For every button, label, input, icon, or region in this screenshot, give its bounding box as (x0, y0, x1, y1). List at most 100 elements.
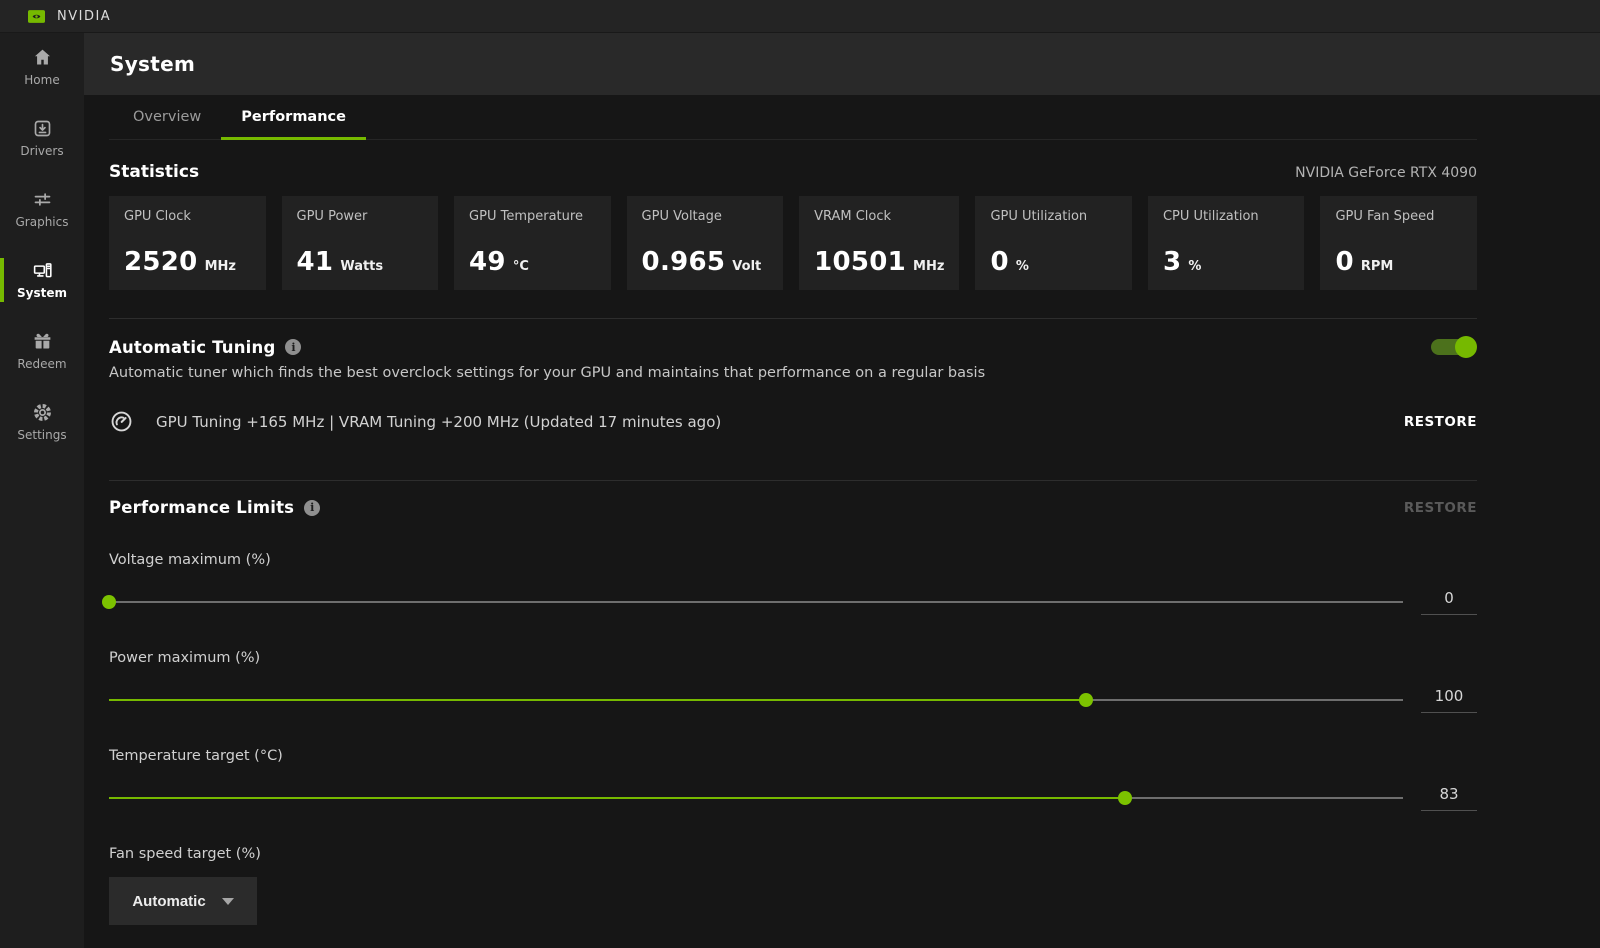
slider-line (109, 601, 1403, 603)
slider-group: Voltage maximum (%) 0 (109, 552, 1477, 615)
tab-bar: OverviewPerformance (109, 95, 1477, 140)
stat-card-label: GPU Power (297, 209, 424, 224)
slider-track[interactable] (109, 790, 1403, 806)
redeem-icon (32, 331, 53, 352)
section-divider (109, 480, 1477, 481)
stat-card-unit: MHz (913, 259, 944, 274)
stat-card: GPU Utilization 0% (975, 196, 1132, 290)
sidebar-item-graphics[interactable]: Graphics (0, 183, 84, 235)
sidebar-item-home[interactable]: Home (0, 41, 84, 93)
stat-card-value: 41 (297, 247, 334, 277)
sidebar-item-drivers[interactable]: Drivers (0, 112, 84, 164)
gpu-name: NVIDIA GeForce RTX 4090 (1295, 165, 1477, 181)
stat-card-label: GPU Utilization (990, 209, 1117, 224)
stat-card: CPU Utilization 3% (1148, 196, 1305, 290)
stat-card: GPU Voltage0.965Volt (627, 196, 784, 290)
slider-track[interactable] (109, 594, 1403, 610)
slider-value[interactable]: 0 (1421, 589, 1477, 615)
page-title: System (110, 52, 195, 76)
sidebar-item-label: System (17, 286, 67, 300)
stat-card-value: 49 (469, 247, 506, 277)
fan-speed-dropdown[interactable]: Automatic (109, 877, 257, 925)
slider-group: Power maximum (%) 100 (109, 650, 1477, 713)
page-header: System (84, 33, 1600, 95)
stat-card-label: VRAM Clock (814, 209, 944, 224)
tuning-status-row: GPU Tuning +165 MHz | VRAM Tuning +200 M… (109, 409, 1477, 434)
stat-card-unit: % (1016, 259, 1029, 274)
app-title: NVIDIA (57, 9, 111, 24)
info-icon[interactable]: i (304, 500, 320, 516)
stat-card-value: 0 (1335, 247, 1353, 277)
sidebar-item-label: Drivers (20, 144, 63, 158)
automatic-tuning-toggle[interactable] (1431, 336, 1477, 358)
slider-label: Temperature target (°C) (109, 748, 1477, 764)
performance-sliders: Voltage maximum (%) 0 Power maximum (%) 100… (109, 552, 1477, 811)
slider-label: Voltage maximum (%) (109, 552, 1477, 568)
slider-label: Power maximum (%) (109, 650, 1477, 666)
titlebar: NVIDIA (0, 0, 1600, 33)
slider-handle[interactable] (1118, 791, 1132, 805)
statistics-header: Statistics NVIDIA GeForce RTX 4090 (109, 162, 1477, 182)
automatic-tuning-heading: Automatic Tuning (109, 338, 275, 357)
slider-group: Temperature target (°C) 83 (109, 748, 1477, 811)
stat-card-label: GPU Voltage (642, 209, 769, 224)
tab-performance[interactable]: Performance (221, 95, 366, 139)
info-icon[interactable]: i (285, 339, 301, 355)
stat-card-label: GPU Temperature (469, 209, 596, 224)
home-icon (32, 47, 53, 68)
restore-limits-button[interactable]: RESTORE (1404, 500, 1477, 516)
tuning-status-text: GPU Tuning +165 MHz | VRAM Tuning +200 M… (156, 413, 721, 431)
slider-value[interactable]: 83 (1421, 785, 1477, 811)
chevron-down-icon (222, 898, 234, 905)
slider-handle[interactable] (102, 595, 116, 609)
slider-value[interactable]: 100 (1421, 687, 1477, 713)
stat-card: GPU Fan Speed0RPM (1320, 196, 1477, 290)
main-content: OverviewPerformance Statistics NVIDIA Ge… (84, 95, 1600, 948)
stat-card-value: 2520 (124, 247, 198, 277)
settings-icon (32, 402, 53, 423)
sidebar: Home Drivers Graphics System Redeem Settings (0, 33, 84, 948)
nvidia-app-window: NVIDIA Home Drivers Graphics System Redeem Se… (0, 0, 1600, 948)
slider-fill (109, 797, 1125, 799)
stat-card-value: 0.965 (642, 247, 726, 277)
performance-limits-heading: Performance Limits (109, 498, 294, 517)
restore-tuning-button[interactable]: RESTORE (1404, 414, 1477, 430)
statistics-cards: GPU Clock 2520 MHz GPU Power 41 Watts GPU Temp… (109, 196, 1477, 290)
stat-card-unit: Watts (340, 259, 383, 274)
slider-handle[interactable] (1079, 693, 1093, 707)
graphics-icon (32, 189, 53, 210)
sidebar-item-label: Redeem (17, 357, 66, 371)
stat-card: VRAM Clock 10501 MHz (799, 196, 959, 290)
gauge-icon (109, 409, 134, 434)
stat-card-label: GPU Clock (124, 209, 251, 224)
stat-card-label: GPU Fan Speed (1335, 209, 1462, 224)
sidebar-item-system[interactable]: System (0, 254, 84, 306)
system-icon (32, 260, 53, 281)
sidebar-item-label: Settings (17, 428, 66, 442)
sidebar-item-redeem[interactable]: Redeem (0, 325, 84, 377)
stat-card-value: 0 (990, 247, 1008, 277)
stat-card: GPU Clock2520MHz (109, 196, 266, 290)
statistics-heading: Statistics (109, 162, 199, 182)
slider-fill (109, 699, 1086, 701)
fan-speed-selected: Automatic (132, 893, 205, 910)
active-indicator (0, 258, 4, 302)
sidebar-item-label: Home (24, 73, 59, 87)
drivers-icon (32, 118, 53, 139)
stat-card-unit: °C (513, 259, 529, 274)
sidebar-item-settings[interactable]: Settings (0, 396, 84, 448)
toggle-knob (1455, 336, 1477, 358)
stat-card-value: 3 (1163, 247, 1181, 277)
slider-track[interactable] (109, 692, 1403, 708)
stat-card-value: 10501 (814, 247, 906, 277)
stat-card-label: CPU Utilization (1163, 209, 1290, 224)
tab-overview[interactable]: Overview (113, 95, 221, 139)
stat-card: GPU Temperature 49 °C (454, 196, 611, 290)
sidebar-item-label: Graphics (16, 215, 69, 229)
automatic-tuning-description: Automatic tuner which finds the best ove… (109, 365, 1477, 381)
stat-card: GPU Power 41 Watts (282, 196, 439, 290)
automatic-tuning-header: Automatic Tuning i (109, 336, 1477, 358)
fan-speed-label: Fan speed target (%) (109, 846, 1477, 862)
stat-card-unit: % (1188, 259, 1201, 274)
section-divider (109, 318, 1477, 319)
